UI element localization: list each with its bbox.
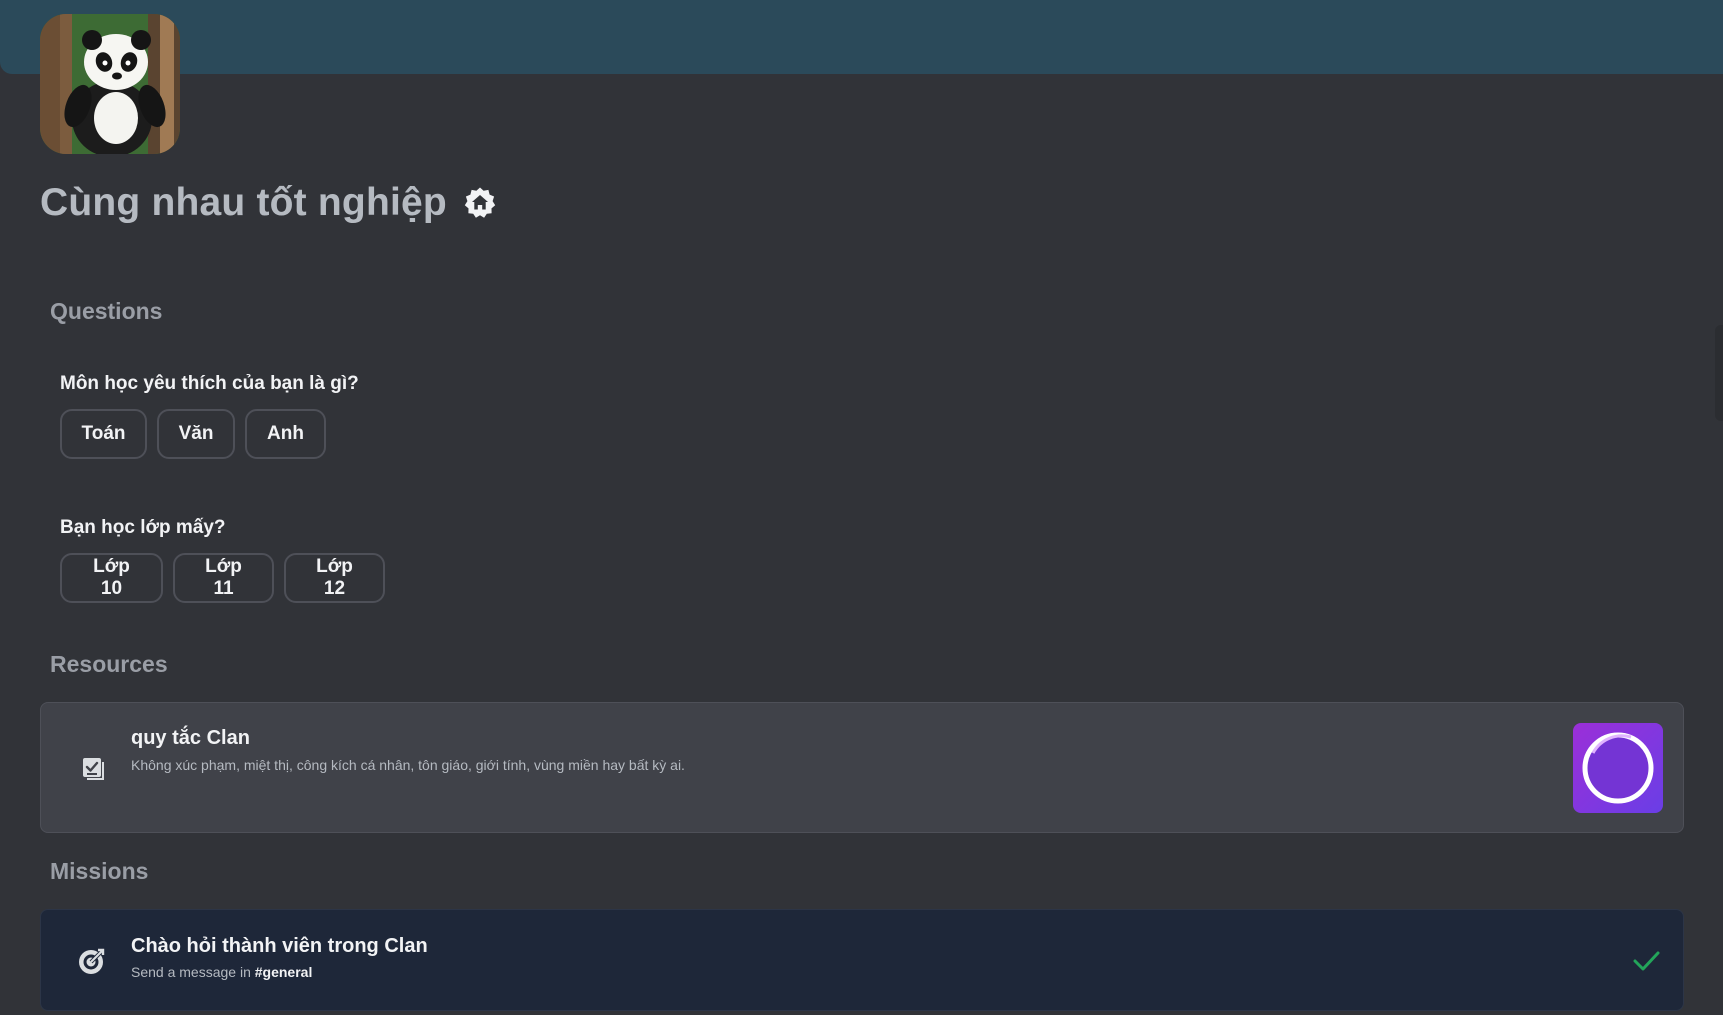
mission-subtitle-prefix: Send a message in [131, 964, 251, 980]
resources-heading: Resources [50, 651, 168, 677]
panda-photo [40, 14, 180, 154]
questions-heading: Questions [50, 298, 163, 324]
resource-card[interactable]: quy tắc Clan Không xúc phạm, miệt thị, c… [40, 702, 1684, 833]
resource-thumbnail [1573, 723, 1663, 813]
missions-heading: Missions [50, 858, 149, 884]
scrollbar-handle[interactable] [1715, 325, 1723, 421]
option-lop-11-button[interactable]: Lớp 11 [173, 553, 274, 603]
option-lop-10-button[interactable]: Lớp 10 [60, 553, 163, 603]
mission-subtitle: Send a message in #general [131, 964, 312, 980]
option-toan-button[interactable]: Toán [60, 409, 147, 459]
circle-ring-icon [1582, 732, 1654, 804]
target-icon [77, 946, 107, 976]
checkmark-icon [1631, 946, 1661, 976]
question-1-label: Môn học yêu thích của bạn là gì? [60, 373, 359, 394]
checklist-icon [80, 755, 106, 781]
mission-title: Chào hỏi thành viên trong Clan [131, 935, 428, 957]
option-van-button[interactable]: Văn [157, 409, 235, 459]
resource-description: Không xúc phạm, miệt thị, công kích cá n… [131, 757, 685, 773]
clan-onboarding-page: Cùng nhau tốt nghiệp Questions Môn học y… [0, 0, 1723, 1015]
clan-avatar [40, 14, 180, 154]
clan-banner [0, 0, 1723, 74]
question-2-options: Lớp 10 Lớp 11 Lớp 12 [60, 553, 385, 603]
option-lop-12-button[interactable]: Lớp 12 [284, 553, 385, 603]
mission-card[interactable]: Chào hỏi thành viên trong Clan Send a me… [40, 909, 1684, 1011]
clan-name: Cùng nhau tốt nghiệp [40, 181, 447, 224]
clan-header: Cùng nhau tốt nghiệp [40, 181, 497, 225]
question-2-label: Bạn học lớp mấy? [60, 517, 226, 538]
option-anh-button[interactable]: Anh [245, 409, 326, 459]
resource-title: quy tắc Clan [131, 727, 250, 749]
mission-channel-link[interactable]: #general [255, 964, 313, 980]
home-badge-icon [463, 186, 497, 220]
question-1-options: Toán Văn Anh [60, 409, 326, 459]
